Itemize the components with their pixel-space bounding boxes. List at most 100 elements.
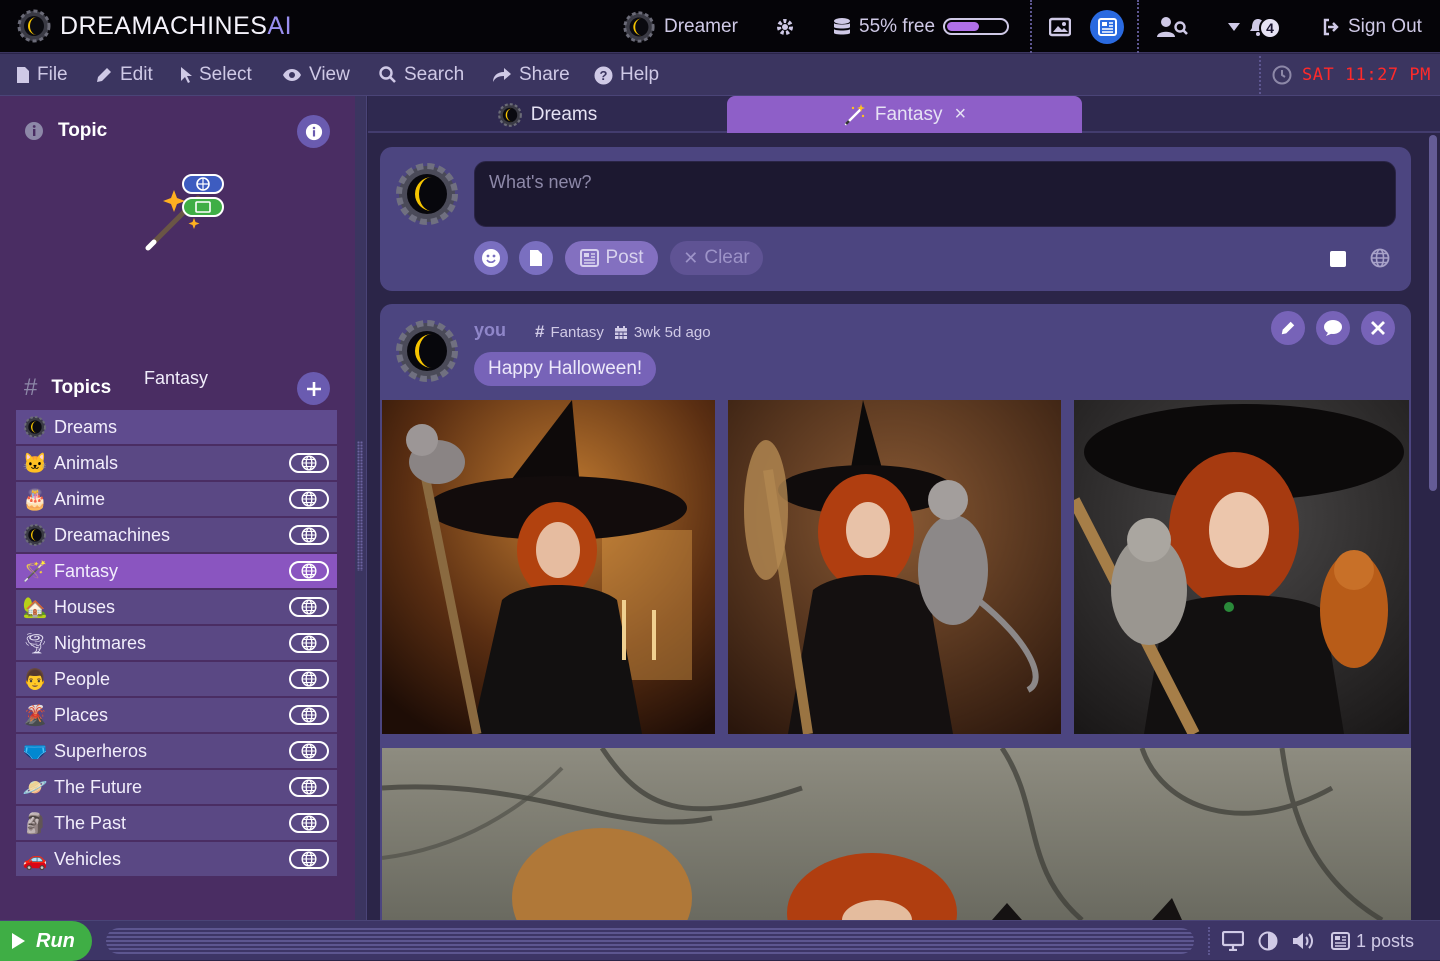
brand[interactable]: DREAMACHINESAI bbox=[16, 8, 292, 44]
signout-label: Sign Out bbox=[1348, 15, 1422, 37]
menu-file[interactable]: File bbox=[16, 54, 68, 96]
post-image[interactable] bbox=[382, 748, 1411, 920]
menu-file-label: File bbox=[37, 64, 68, 85]
post-image[interactable] bbox=[728, 400, 1061, 734]
sidebar-item-superheros[interactable]: 🩲 Superheros bbox=[16, 734, 337, 768]
post-avatar[interactable] bbox=[394, 318, 460, 384]
tab-fantasy[interactable]: Fantasy × bbox=[727, 96, 1082, 133]
brand-name: DREAMACHINESAI bbox=[60, 11, 293, 40]
share-globe-toggle[interactable] bbox=[289, 813, 329, 833]
menu-edit[interactable]: Edit bbox=[95, 54, 153, 96]
menu-select[interactable]: Select bbox=[180, 54, 252, 96]
file-icon bbox=[530, 250, 542, 266]
topic-info-button[interactable] bbox=[297, 115, 330, 148]
menu-help-label: Help bbox=[620, 64, 660, 85]
contrast-icon[interactable] bbox=[1258, 931, 1278, 951]
scrollbar-thumb[interactable] bbox=[1429, 135, 1437, 491]
menu-view-label: View bbox=[309, 64, 350, 85]
compose-input[interactable]: What's new? bbox=[474, 161, 1396, 227]
sidebar-item-places[interactable]: 🌋 Places bbox=[16, 698, 337, 732]
car-icon: 🚗 bbox=[22, 848, 48, 871]
emoji-button[interactable] bbox=[474, 241, 508, 275]
user-search-icon bbox=[1157, 16, 1188, 37]
feed-button[interactable] bbox=[1090, 0, 1124, 53]
top-bar: DREAMACHINESAI Dreamer 55% free 4 Sign O bbox=[0, 0, 1440, 53]
sidebar-item-the-past[interactable]: 🗿 The Past bbox=[16, 806, 337, 840]
divider bbox=[1259, 56, 1261, 94]
sidebar-item-fantasy[interactable]: 🪄 Fantasy bbox=[16, 554, 337, 588]
gallery-button[interactable] bbox=[1049, 0, 1071, 53]
x-icon: ✕ bbox=[683, 247, 699, 268]
tab-close-icon[interactable]: × bbox=[954, 103, 966, 126]
menu-help[interactable]: ? Help bbox=[594, 54, 659, 96]
sidebar-item-label: Vehicles bbox=[54, 848, 122, 869]
delete-post-button[interactable] bbox=[1361, 311, 1395, 345]
user-avatar[interactable] bbox=[394, 161, 460, 227]
house-icon: 🏡 bbox=[22, 596, 48, 619]
storage-text: 55% free bbox=[859, 15, 936, 37]
post-button[interactable]: Post bbox=[565, 241, 658, 275]
sidebar-item-houses[interactable]: 🏡 Houses bbox=[16, 590, 337, 624]
share-globe-toggle[interactable] bbox=[289, 849, 329, 869]
dreams-moon-icon bbox=[16, 415, 54, 439]
monitor-icon[interactable] bbox=[1222, 931, 1244, 951]
edit-post-button[interactable] bbox=[1271, 311, 1305, 345]
post-author[interactable]: you bbox=[474, 320, 506, 341]
post-topic[interactable]: Fantasy bbox=[550, 324, 603, 341]
comment-button[interactable] bbox=[1316, 311, 1350, 345]
storage-indicator[interactable]: 55% free bbox=[833, 0, 1010, 53]
share-globe-toggle[interactable] bbox=[289, 453, 329, 473]
menu-share[interactable]: Share bbox=[492, 54, 570, 96]
visibility-checkbox[interactable] bbox=[1330, 251, 1346, 267]
volume-icon[interactable] bbox=[1292, 931, 1316, 951]
topic-wand-icon bbox=[140, 170, 228, 254]
signout-button[interactable]: Sign Out bbox=[1322, 0, 1422, 53]
splitter-grip[interactable] bbox=[357, 441, 363, 571]
share-globe-toggle[interactable] bbox=[289, 633, 329, 653]
menu-share-label: Share bbox=[519, 64, 570, 85]
share-globe-toggle[interactable] bbox=[289, 597, 329, 617]
share-globe-toggle[interactable] bbox=[289, 669, 329, 689]
sidebar-item-label: Houses bbox=[54, 596, 116, 617]
sidebar-item-nightmares[interactable]: 🌪 Nightmares bbox=[16, 626, 337, 660]
add-topic-button[interactable] bbox=[297, 372, 330, 405]
sidebar-item-dreamachines[interactable]: Dreamachines bbox=[16, 518, 337, 552]
clear-button[interactable]: ✕ Clear bbox=[670, 241, 763, 275]
share-globe-toggle[interactable] bbox=[289, 741, 329, 761]
sidebar-item-anime[interactable]: 🎂 Anime bbox=[16, 482, 337, 516]
menu-view[interactable]: View bbox=[282, 54, 350, 96]
user-search-button[interactable] bbox=[1157, 0, 1189, 53]
share-globe-toggle[interactable] bbox=[289, 489, 329, 509]
share-globe-toggle[interactable] bbox=[289, 561, 329, 581]
scrollbar[interactable] bbox=[1428, 135, 1438, 920]
sidebar-item-label: The Future bbox=[54, 776, 143, 797]
sidebar-item-dreams[interactable]: Dreams bbox=[16, 410, 337, 444]
post-image[interactable] bbox=[1074, 400, 1409, 734]
share-globe-toggle[interactable] bbox=[289, 525, 329, 545]
clock-text: SAT 11:27 PM bbox=[1302, 65, 1431, 85]
composer: What's new? Post ✕ Clear bbox=[380, 147, 1411, 291]
sidebar-item-animals[interactable]: 🐱 Animals bbox=[16, 446, 337, 480]
sidebar-item-vehicles[interactable]: 🚗 Vehicles bbox=[16, 842, 337, 876]
share-globe-toggle[interactable] bbox=[289, 777, 329, 797]
sidebar-splitter[interactable] bbox=[355, 96, 367, 920]
share-globe-toggle[interactable] bbox=[289, 705, 329, 725]
sidebar-item-the-future[interactable]: 🪐 The Future bbox=[16, 770, 337, 804]
settings-button[interactable] bbox=[775, 0, 795, 53]
dreams-moon-icon bbox=[497, 102, 522, 127]
globe-icon[interactable] bbox=[1370, 248, 1390, 268]
clear-button-label: Clear bbox=[704, 247, 750, 268]
run-button[interactable]: Run bbox=[0, 921, 92, 961]
menu-search[interactable]: Search bbox=[379, 54, 464, 96]
sidebar-item-people[interactable]: 👨 People bbox=[16, 662, 337, 696]
status-controls: 1 posts bbox=[1222, 921, 1414, 961]
main-panel: Dreams Fantasy × What's new? Post ✕ Clea… bbox=[368, 96, 1440, 920]
post-image[interactable] bbox=[382, 400, 715, 734]
sidebar-item-label: Animals bbox=[54, 452, 119, 473]
clock: SAT 11:27 PM bbox=[1272, 54, 1431, 96]
attach-file-button[interactable] bbox=[519, 241, 553, 275]
dreamer-button[interactable]: Dreamer bbox=[622, 0, 738, 53]
tab-dreams[interactable]: Dreams bbox=[368, 96, 726, 133]
info-icon bbox=[25, 122, 43, 140]
file-icon bbox=[17, 67, 29, 83]
